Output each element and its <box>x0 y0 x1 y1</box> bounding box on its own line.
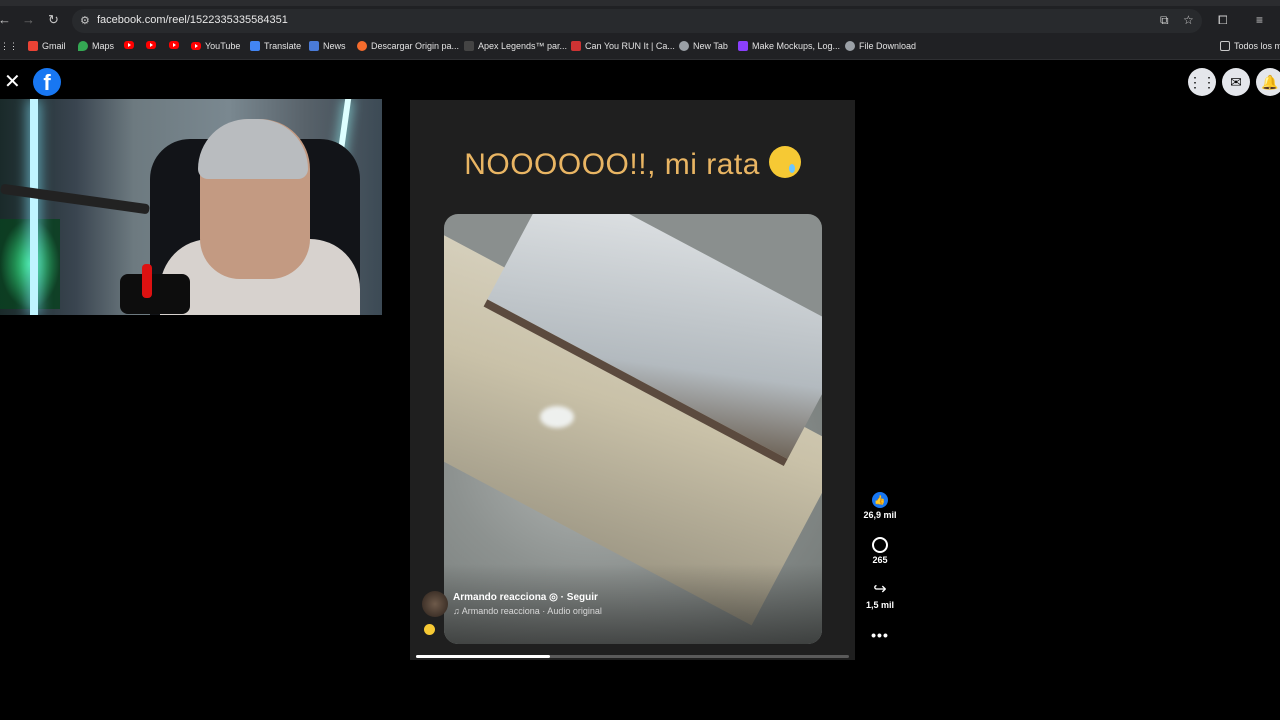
bookmark-gmail[interactable]: Gmail <box>28 41 66 51</box>
site-settings-icon[interactable]: ⚙ <box>80 14 90 27</box>
reading-list-icon[interactable]: ≡ <box>1256 13 1263 27</box>
bookmarks-bar: ⋮⋮ Gmail Maps YouTube Translate News Des… <box>0 34 1280 60</box>
bookmark-label: Apex Legends™ par... <box>478 41 568 51</box>
webcam-overlay <box>0 99 382 315</box>
author-avatar[interactable] <box>422 591 448 617</box>
apps-grid-icon[interactable]: ⋮⋮ <box>0 41 18 52</box>
bookmark-label: Maps <box>92 41 115 51</box>
reload-icon[interactable]: ↻ <box>48 12 59 28</box>
news-icon <box>309 41 319 51</box>
address-bar[interactable]: ⚙ facebook.com/reel/1522335335584351 <box>72 9 1202 33</box>
video-progress-fill <box>416 655 551 658</box>
bookmark-youtube[interactable]: YouTube <box>191 41 240 51</box>
video-shade <box>444 564 822 644</box>
audio-label: Armando reacciona · Audio original <box>461 606 602 616</box>
comment-count: 265 <box>872 555 888 565</box>
apex-icon <box>464 41 474 51</box>
bookmark-label: Todos los m <box>1234 41 1280 51</box>
music-note-icon: ♫ <box>453 606 460 616</box>
bookmark-label: News <box>323 41 346 51</box>
audio-info[interactable]: ♫ Armando reacciona · Audio original <box>453 606 602 616</box>
youtube-icon <box>146 41 156 49</box>
bookmark-origin[interactable]: Descargar Origin pa... <box>357 41 459 51</box>
tab-strip <box>0 0 1280 6</box>
bookmark-apex[interactable]: Apex Legends™ par... <box>464 41 567 51</box>
youtube-icon <box>124 41 134 49</box>
bookmark-youtube-2[interactable] <box>146 41 156 49</box>
more-options-icon: ••• <box>871 627 889 643</box>
youtube-icon <box>191 42 201 50</box>
share-button[interactable]: ↪ 1,5 mil <box>858 581 902 611</box>
bookmark-label: Can You RUN It | Ca... <box>585 41 675 51</box>
smiling-tear-emoji-icon <box>768 146 801 178</box>
messenger-icon[interactable]: ✉ <box>1222 68 1250 96</box>
thumbs-up-icon: 👍 <box>872 492 888 508</box>
folder-icon <box>1220 41 1230 51</box>
notifications-bell-icon[interactable]: 🔔 <box>1256 68 1280 96</box>
bookmark-file-download[interactable]: File Download <box>845 41 916 51</box>
gmail-icon <box>28 41 38 51</box>
back-arrow-icon[interactable]: ← <box>0 12 11 28</box>
origin-icon <box>357 41 367 51</box>
bookmark-translate[interactable]: Translate <box>250 41 301 51</box>
youtube-icon <box>169 41 179 49</box>
browser-toolbar: ← → ↻ ⚙ facebook.com/reel/15223353355843… <box>0 0 1280 34</box>
close-icon[interactable]: ✕ <box>4 71 22 93</box>
globe-icon <box>679 41 689 51</box>
webcam-neon-light <box>30 99 38 315</box>
bookmark-label: Gmail <box>42 41 66 51</box>
bookmark-label: Make Mockups, Log... <box>752 41 841 51</box>
facebook-reel-page: ✕ f ⋮⋮ ✉ 🔔 NOOOOOO!!, mi rata Armando re… <box>0 61 1280 720</box>
extensions-icon[interactable]: ⧠ <box>1218 13 1228 27</box>
like-button[interactable]: 👍 26,9 mil <box>858 492 902 520</box>
webcam-person-cap <box>198 119 308 179</box>
author-name[interactable]: Armando reacciona <box>453 592 546 603</box>
bookmark-star-icon[interactable]: ☆ <box>1183 13 1194 27</box>
share-count: 1,5 mil <box>865 600 894 610</box>
bookmark-label: Translate <box>264 41 302 51</box>
bookmark-label: Descargar Origin pa... <box>371 41 460 51</box>
comment-button[interactable]: 265 <box>858 537 902 565</box>
bookmark-youtube-1[interactable] <box>124 41 134 49</box>
bookmark-news[interactable]: News <box>309 41 346 51</box>
webcam-mic-arm <box>0 183 150 215</box>
all-bookmarks-folder[interactable]: Todos los m <box>1220 41 1280 51</box>
bookmark-placeit[interactable]: Make Mockups, Log... <box>738 41 840 51</box>
verified-icon: ◎ <box>549 592 558 603</box>
webcam-red-object <box>142 264 152 298</box>
like-count: 26,9 mil <box>863 510 897 520</box>
follow-button[interactable]: Seguir <box>567 592 598 603</box>
video-progress-bar[interactable] <box>416 655 849 658</box>
reel-caption: NOOOOOO!!, mi rata <box>410 146 855 182</box>
globe-icon <box>845 41 855 51</box>
reaction-emoji-icon[interactable] <box>424 624 435 635</box>
webcam-microphone <box>120 274 190 314</box>
bookmark-label: New Tab <box>693 41 728 51</box>
url-text: facebook.com/reel/1522335335584351 <box>97 14 288 26</box>
canyourunit-icon <box>571 41 581 51</box>
bookmark-newtab[interactable]: New Tab <box>679 41 728 51</box>
reel-player[interactable]: NOOOOOO!!, mi rata Armando reacciona ◎ ·… <box>410 100 855 660</box>
author-line[interactable]: Armando reacciona ◎ · Seguir <box>453 592 598 603</box>
share-arrow-icon: ↪ <box>873 581 887 598</box>
video-rat <box>540 406 574 428</box>
install-app-icon[interactable]: ⧉ <box>1160 13 1169 27</box>
more-options-button[interactable]: ••• <box>858 627 902 643</box>
translate-icon <box>250 41 260 51</box>
comment-icon <box>872 537 888 553</box>
bookmark-label: YouTube <box>205 41 241 51</box>
bookmark-maps[interactable]: Maps <box>78 41 114 51</box>
reel-video[interactable] <box>444 214 822 644</box>
reel-caption-text: NOOOOOO!!, mi rata <box>464 148 760 181</box>
bookmark-youtube-3[interactable] <box>169 41 179 49</box>
placeit-icon <box>738 41 748 51</box>
facebook-logo-icon[interactable]: f <box>33 68 61 96</box>
menu-grid-icon[interactable]: ⋮⋮ <box>1188 68 1216 96</box>
forward-arrow-icon[interactable]: → <box>22 12 35 28</box>
maps-icon <box>78 41 88 51</box>
bookmark-canyourunit[interactable]: Can You RUN It | Ca... <box>571 41 675 51</box>
bookmark-label: File Download <box>859 41 917 51</box>
